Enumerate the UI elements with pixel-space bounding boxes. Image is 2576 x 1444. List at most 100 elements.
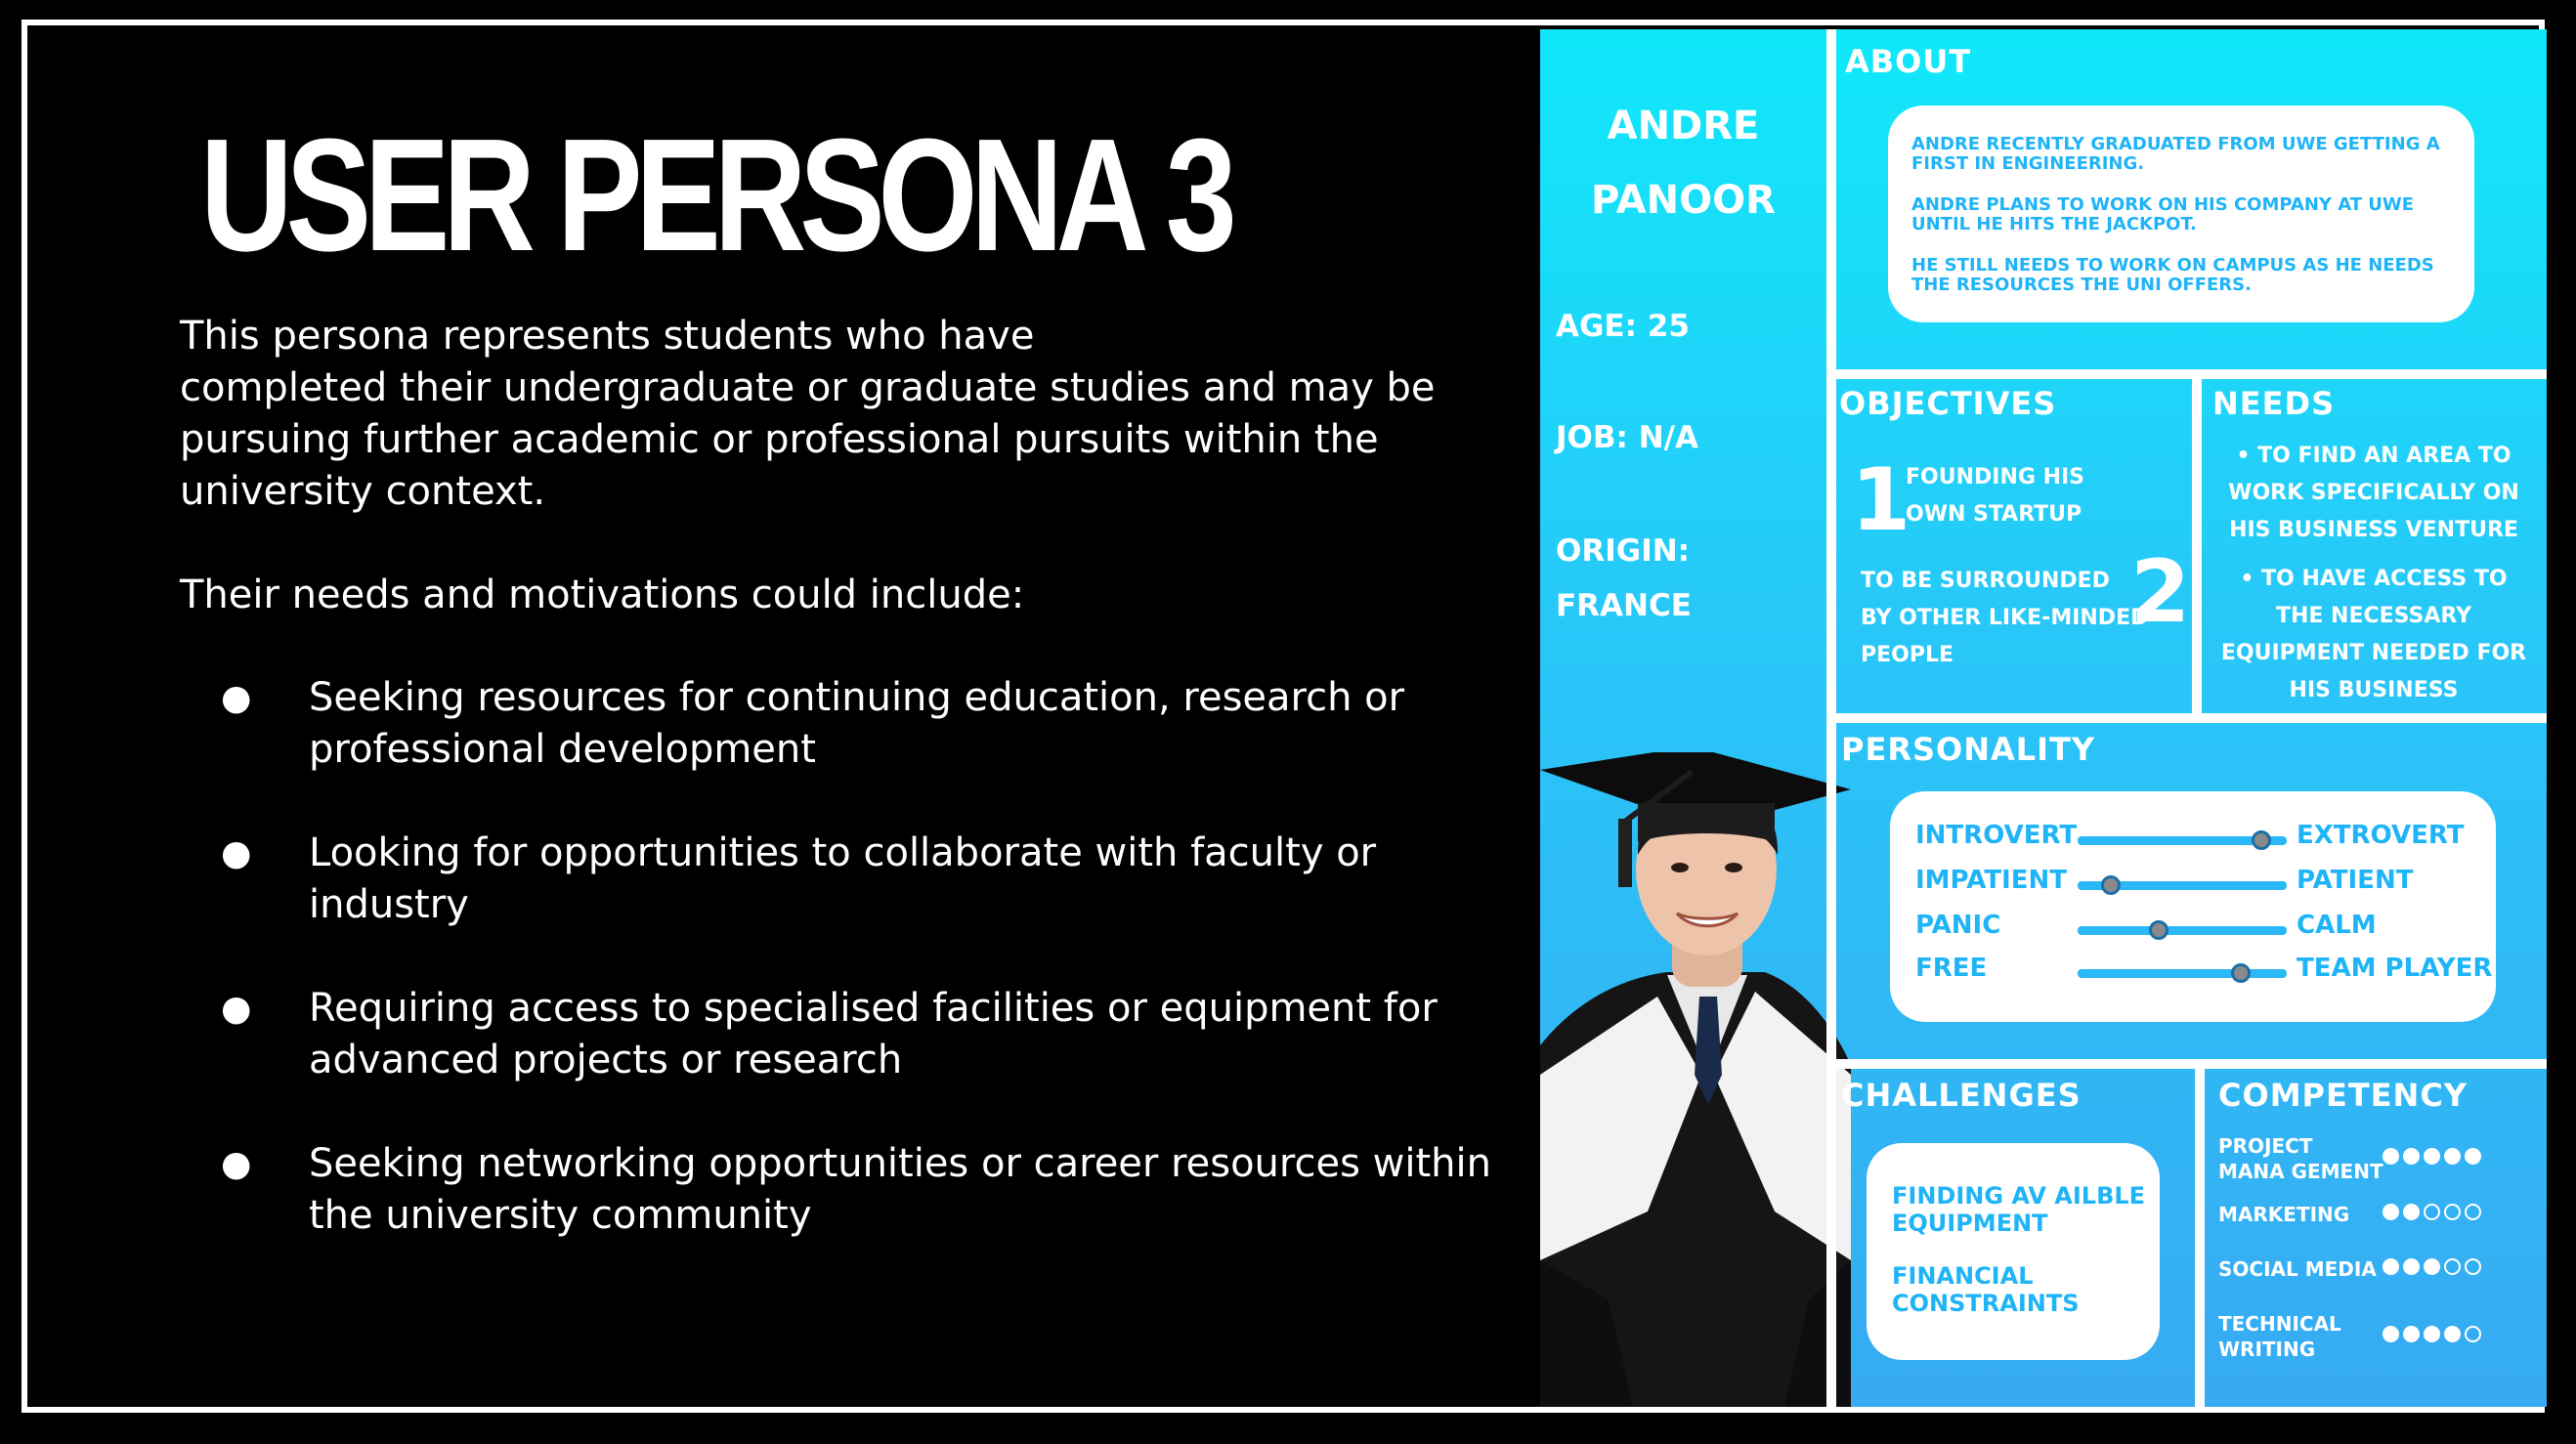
rating-dot-empty xyxy=(2465,1258,2481,1275)
rating-dot-filled xyxy=(2424,1326,2440,1342)
objective-text: TO BE SURROUNDED BY OTHER LIKE-MINDED PE… xyxy=(1861,563,2148,674)
bullet-icon: ● xyxy=(221,1144,252,1184)
rating-dot-filled xyxy=(2383,1148,2399,1165)
persona-last-name: PANOOR xyxy=(1591,178,1776,223)
rating-dot-filled xyxy=(2444,1326,2461,1342)
intro-text: This persona represents students who hav… xyxy=(180,311,1519,621)
challenge-item: FINDING AV AILBLE EQUIPMENT xyxy=(1892,1182,2146,1237)
persona-job: JOB: N/A xyxy=(1556,420,1698,455)
challenges-title: CHALLENGES xyxy=(1841,1077,2082,1114)
rating-dot-filled xyxy=(2424,1148,2440,1165)
rating-dot-filled xyxy=(2383,1258,2399,1275)
bullet-text: Requiring access to specialised faciliti… xyxy=(309,986,1438,1083)
needs-heading: Their needs and motivations could includ… xyxy=(180,573,1025,617)
competency-label: SOCIAL MEDIA xyxy=(2218,1257,2377,1281)
competency-rating xyxy=(2383,1326,2481,1342)
challenge-item: FINANCIAL CONSTRAINTS xyxy=(1892,1262,2080,1317)
divider xyxy=(1836,713,2547,723)
trait-knob xyxy=(2252,830,2272,850)
bullet-icon: ● xyxy=(221,989,252,1029)
objective-line: PEOPLE xyxy=(1861,643,1954,667)
trait-left-label: PANIC xyxy=(1915,911,2001,940)
slide-title: USER PERSONA 3 xyxy=(200,106,1237,284)
rating-dot-filled xyxy=(2383,1326,2399,1342)
competency-rating xyxy=(2383,1258,2481,1275)
trait-row: PANIC CALM xyxy=(1890,907,2496,952)
list-item: ● Requiring access to specialised facilit… xyxy=(180,983,1528,1086)
competency-title: COMPETENCY xyxy=(2218,1077,2468,1114)
rating-dot-empty xyxy=(2444,1204,2461,1220)
about-paragraph: HE STILL NEEDS TO WORK ON CAMPUS AS HE N… xyxy=(1911,255,2434,295)
trait-right-label: EXTROVERT xyxy=(2297,821,2465,850)
trait-row: INTROVERT EXTROVERT xyxy=(1890,817,2496,862)
need-line: • TO FIND AN AREA TO xyxy=(2236,444,2512,468)
objective-line: BY OTHER LIKE-MINDED xyxy=(1861,606,2149,630)
bullet-icon: ● xyxy=(221,678,252,718)
rating-dot-filled xyxy=(2403,1148,2420,1165)
objective-number: 2 xyxy=(2130,541,2191,642)
trait-slider xyxy=(2078,920,2287,940)
bullet-icon: ● xyxy=(221,833,252,873)
objective-text: FOUNDING HIS OWN STARTUP xyxy=(1906,459,2084,533)
trait-knob xyxy=(2149,920,2169,940)
need-line: HIS BUSINESS VENTURE xyxy=(2229,518,2518,542)
persona-card: ANDRE PANOOR AGE: 25 JOB: N/A ORIGIN: FR… xyxy=(1540,29,2547,1407)
bullet-text: Seeking resources for continuing educati… xyxy=(309,675,1405,772)
persona-origin-value: FRANCE xyxy=(1556,588,1692,623)
list-item: ● Seeking resources for continuing educat… xyxy=(180,672,1528,776)
trait-row: IMPATIENT PATIENT xyxy=(1890,862,2496,907)
trait-left-label: IMPATIENT xyxy=(1915,866,2067,895)
objective-line: TO BE SURROUNDED xyxy=(1861,569,2110,593)
objective-line: FOUNDING HIS xyxy=(1906,465,2085,489)
about-paragraph: ANDRE PLANS TO WORK ON HIS COMPANY AT UW… xyxy=(1911,194,2415,234)
trait-right-label: CALM xyxy=(2297,911,2377,940)
needs-title: NEEDS xyxy=(2212,385,2336,422)
need-item: • TO FIND AN AREA TO WORK SPECIFICALLY O… xyxy=(2212,438,2535,549)
rating-dot-empty xyxy=(2465,1326,2481,1342)
about-paragraph: ANDRE RECENTLY GRADUATED FROM UWE GETTIN… xyxy=(1911,134,2440,174)
bullet-text: Seeking networking opportunities or care… xyxy=(309,1141,1491,1238)
trait-left-label: INTROVERT xyxy=(1915,821,2078,850)
rating-dot-filled xyxy=(2403,1326,2420,1342)
divider xyxy=(1826,29,1836,1407)
competency-rating xyxy=(2383,1148,2481,1165)
trait-slider xyxy=(2078,875,2287,895)
intro-line-2: completed their undergraduate or graduat… xyxy=(180,365,1436,514)
need-line: WORK SPECIFICALLY ON xyxy=(2228,481,2519,505)
rating-dot-empty xyxy=(2465,1204,2481,1220)
trait-right-label: PATIENT xyxy=(2297,866,2414,895)
rating-dot-empty xyxy=(2444,1258,2461,1275)
divider xyxy=(2192,379,2202,713)
divider xyxy=(1836,369,2547,379)
objective-number: 1 xyxy=(1851,449,1911,550)
competency-list: PROJECT MANA GEMENT MARKETING SOCIAL MED… xyxy=(2218,1133,2541,1407)
rating-dot-filled xyxy=(2444,1148,2461,1165)
about-card: ANDRE RECENTLY GRADUATED FROM UWE GETTIN… xyxy=(1888,106,2474,322)
trait-row: FREE TEAM PLAYER xyxy=(1890,950,2496,995)
trait-knob xyxy=(2230,963,2251,983)
need-item: • TO HAVE ACCESS TO THE NECESSARY EQUIPM… xyxy=(2212,561,2535,709)
intro-line-1: This persona represents students who hav… xyxy=(180,314,1035,359)
rating-dot-filled xyxy=(2424,1258,2440,1275)
bullet-text: Looking for opportunities to collaborate… xyxy=(309,830,1377,927)
list-item: ● Seeking networking opportunities or car… xyxy=(180,1138,1528,1242)
rating-dot-filled xyxy=(2403,1204,2420,1220)
about-title: ABOUT xyxy=(1845,43,1972,80)
trait-slider xyxy=(2078,830,2287,850)
competency-label: TECHNICAL WRITING xyxy=(2218,1312,2341,1361)
trait-slider xyxy=(2078,963,2287,983)
persona-origin-label: ORIGIN: xyxy=(1556,533,1691,569)
persona-age: AGE: 25 xyxy=(1556,309,1690,344)
objectives-title: OBJECTIVES xyxy=(1839,385,2057,422)
graduate-photo xyxy=(1540,752,1851,1407)
rating-dot-filled xyxy=(2403,1258,2420,1275)
divider xyxy=(2195,1069,2205,1407)
list-item: ● Looking for opportunities to collaborat… xyxy=(180,828,1528,931)
competency-label: MARKETING xyxy=(2218,1203,2350,1226)
need-line: EQUIPMENT NEEDED FOR xyxy=(2220,641,2527,665)
trait-knob xyxy=(2101,875,2122,895)
rating-dot-filled xyxy=(2383,1204,2399,1220)
competency-label: PROJECT MANA GEMENT xyxy=(2218,1134,2383,1183)
personality-card: INTROVERT EXTROVERT IMPATIENT PATIENT PA… xyxy=(1890,791,2496,1022)
persona-first-name: ANDRE xyxy=(1607,104,1760,149)
